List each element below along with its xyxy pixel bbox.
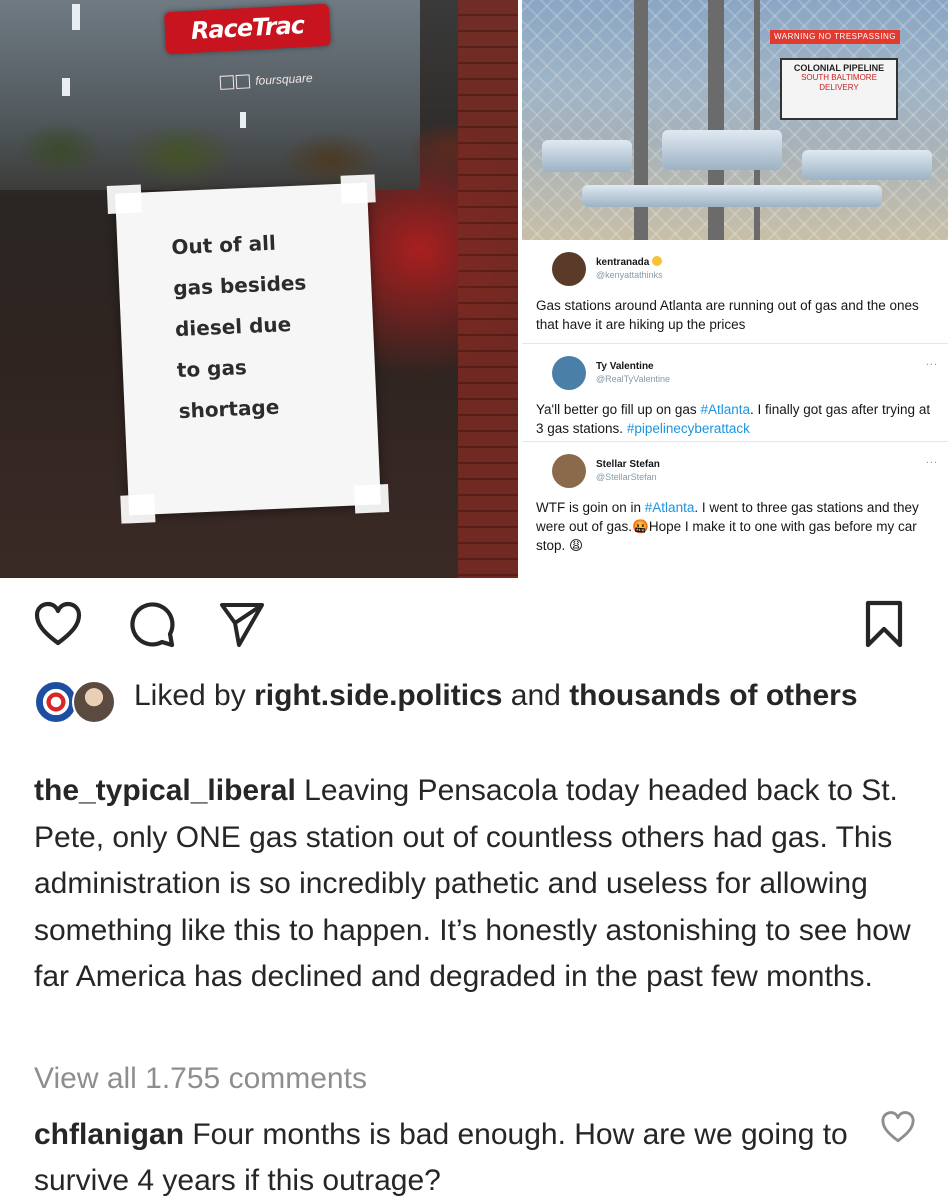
pipeline-photo: WARNING NO TRESPASSING COLONIAL PIPELINE… bbox=[522, 0, 948, 240]
colonial-sign-title: COLONIAL PIPELINE bbox=[793, 63, 885, 73]
tweet-author-name: kentranada bbox=[596, 257, 650, 268]
pipe bbox=[542, 140, 632, 172]
tweet-screenshots: kentranada @kenyattathinks Gas stations … bbox=[522, 240, 948, 578]
likes-middle: and bbox=[502, 679, 570, 712]
social-sticker-label: foursquare bbox=[254, 70, 313, 88]
facebook-icon bbox=[219, 74, 235, 90]
tweet-text: WTF is goin on in #Atlanta. I went to th… bbox=[530, 498, 940, 555]
ceiling-light bbox=[62, 78, 70, 96]
view-all-comments-link[interactable]: View all 1.755 comments bbox=[34, 1058, 367, 1100]
avatar bbox=[552, 252, 586, 286]
tweet-author-handle: @StellarStefan bbox=[596, 472, 657, 482]
tape bbox=[106, 184, 142, 214]
warning-sign: WARNING NO TRESPASSING bbox=[770, 30, 900, 44]
post-caption: the_typical_liberal Leaving Pensacola to… bbox=[34, 768, 914, 1001]
tweet-header: kentranada @kenyattathinks bbox=[530, 248, 940, 290]
tweet-text: Gas stations around Atlanta are running … bbox=[536, 298, 919, 332]
paper-plane-icon bbox=[220, 603, 264, 647]
more-options-icon: ... bbox=[925, 356, 938, 368]
avatar bbox=[552, 454, 586, 488]
avatar bbox=[552, 356, 586, 390]
angry-emoji-icon: 🤬 bbox=[632, 519, 649, 534]
hashtag: #Atlanta bbox=[644, 500, 695, 515]
tweet-header: Ty Valentine @RealTyValentine bbox=[530, 352, 940, 394]
sign-line: shortage bbox=[178, 394, 280, 424]
post-media[interactable]: RaceTrac foursquare Out of all gas besid… bbox=[0, 0, 948, 578]
tweet-author-name: Stellar Stefan bbox=[596, 459, 660, 470]
tweet-author-handle: @RealTyValentine bbox=[596, 374, 671, 384]
ceiling-light bbox=[240, 112, 246, 128]
avatar[interactable] bbox=[72, 680, 116, 724]
tweet-text-part: Ya'll better go fill up on gas bbox=[536, 402, 701, 417]
twitter-icon bbox=[235, 74, 251, 89]
pipe bbox=[582, 185, 882, 207]
colonial-sign-subtitle: SOUTH BALTIMORE bbox=[801, 73, 877, 82]
heart-outline-icon bbox=[34, 601, 82, 646]
caption-username[interactable]: the_typical_liberal bbox=[34, 774, 296, 807]
colonial-sign-subtitle: DELIVERY bbox=[819, 83, 859, 92]
tweet-header: Stellar Stefan @StellarStefan bbox=[530, 450, 940, 492]
like-button[interactable] bbox=[30, 596, 86, 652]
share-button[interactable] bbox=[214, 596, 270, 652]
tweet-author-name: Ty Valentine bbox=[596, 361, 654, 372]
tweet: kentranada @kenyattathinks Gas stations … bbox=[522, 240, 948, 344]
verified-badge-icon bbox=[652, 256, 663, 266]
tape bbox=[340, 174, 376, 204]
post-action-bar bbox=[0, 596, 948, 658]
gas-station-photo: RaceTrac foursquare Out of all gas besid… bbox=[0, 0, 518, 578]
bookmark-icon bbox=[865, 600, 903, 648]
likes-count-link[interactable]: thousands of others bbox=[569, 679, 857, 712]
out-of-gas-sign: Out of all gas besides diesel due to gas… bbox=[106, 174, 390, 524]
heart-outline-icon bbox=[881, 1111, 915, 1143]
likes-summary[interactable]: Liked by right.side.politics and thousan… bbox=[34, 678, 914, 726]
tweet-text-part: WTF is goin on in bbox=[536, 500, 645, 515]
pipe bbox=[802, 150, 932, 180]
save-button[interactable] bbox=[856, 596, 912, 652]
likes-text[interactable]: Liked by right.side.politics and thousan… bbox=[120, 675, 858, 726]
hashtag: #pipelinecyberattack bbox=[626, 421, 750, 436]
ceiling-light bbox=[72, 4, 80, 30]
tweet: Ty Valentine @RealTyValentine ... Ya'll … bbox=[522, 344, 948, 442]
hashtag: #Atlanta bbox=[700, 402, 750, 417]
brick-column bbox=[458, 0, 518, 578]
comment-bubble-icon bbox=[130, 602, 175, 648]
more-options-icon: ... bbox=[925, 454, 938, 466]
comment-like-button[interactable] bbox=[880, 1110, 916, 1146]
comment-button[interactable] bbox=[124, 596, 180, 652]
tape bbox=[354, 484, 390, 514]
weary-emoji-icon: 😩 bbox=[569, 538, 584, 553]
colonial-pipeline-sign: COLONIAL PIPELINE SOUTH BALTIMORE DELIVE… bbox=[780, 58, 898, 120]
liker-avatars[interactable] bbox=[34, 678, 120, 726]
pipe bbox=[662, 130, 782, 170]
comment-username[interactable]: chflanigan bbox=[34, 1118, 184, 1151]
right-collage: WARNING NO TRESPASSING COLONIAL PIPELINE… bbox=[518, 0, 948, 578]
likes-prefix: Liked by bbox=[134, 679, 255, 712]
tape bbox=[120, 494, 156, 524]
liker-username[interactable]: right.side.politics bbox=[254, 679, 502, 712]
tweet-author-handle: @kenyattathinks bbox=[596, 270, 663, 280]
comment-item: chflanigan Four months is bad enough. Ho… bbox=[34, 1112, 864, 1200]
tweet: Stellar Stefan @StellarStefan ... WTF is… bbox=[522, 442, 948, 568]
racetrac-logo: RaceTrac bbox=[164, 3, 331, 55]
tweet-text: Ya'll better go fill up on gas #Atlanta.… bbox=[530, 400, 940, 438]
